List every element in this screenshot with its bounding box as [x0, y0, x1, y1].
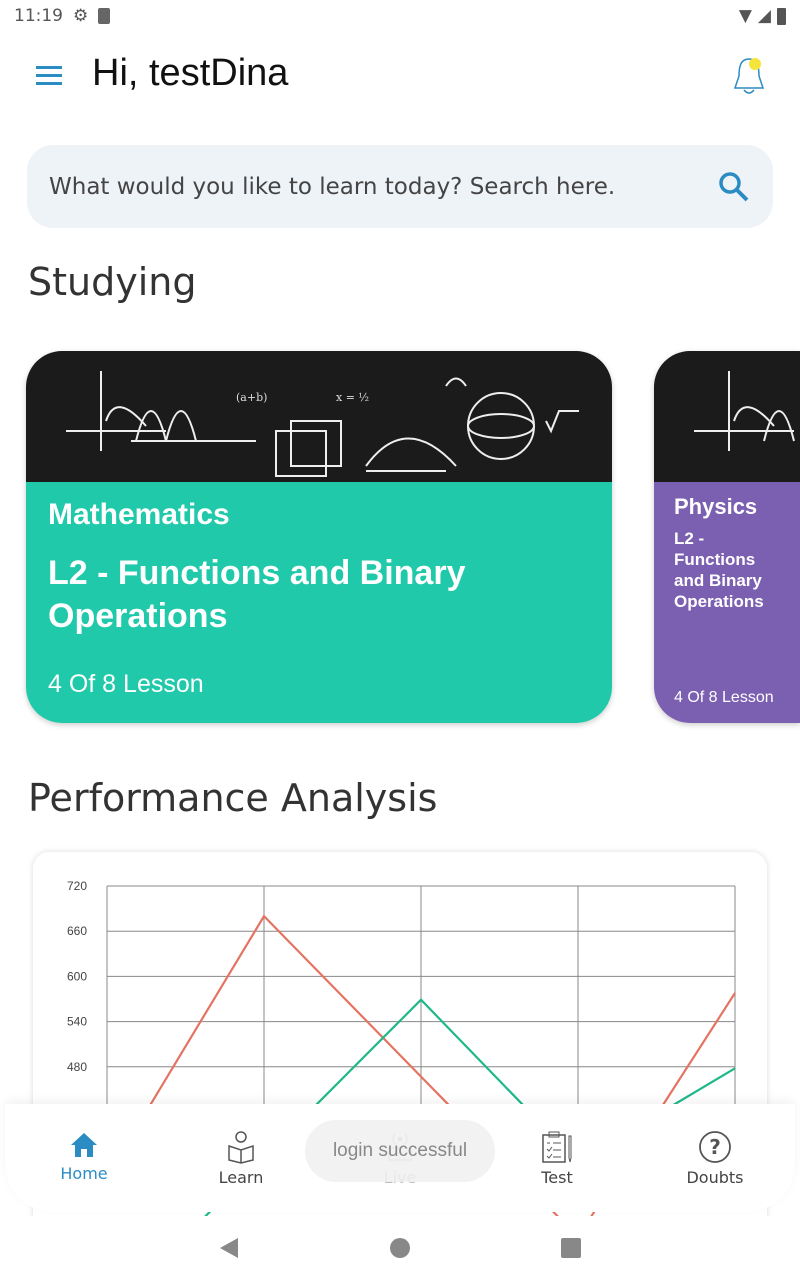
- nav-label: Learn: [218, 1168, 264, 1187]
- svg-text:(a+b): (a+b): [236, 391, 267, 404]
- search-icon[interactable]: [717, 170, 751, 204]
- nav-learn[interactable]: Learn: [181, 1130, 301, 1187]
- sd-card-icon: [98, 8, 111, 24]
- chalkboard-image: (a+b) x = ½: [26, 351, 612, 482]
- clock: 11:19: [14, 6, 63, 26]
- y-tick-label: 600: [67, 969, 87, 983]
- bottom-nav: Home Learn Live Test ? Doubts login succ…: [5, 1104, 795, 1212]
- home-icon: [71, 1133, 97, 1157]
- y-tick-label: 720: [67, 879, 87, 893]
- course-card-mathematics[interactable]: (a+b) x = ½ Mathematics L2 - Functions an…: [26, 351, 612, 723]
- notification-bell-icon[interactable]: [728, 54, 770, 100]
- greeting: Hi, testDina: [92, 52, 289, 94]
- y-tick-label: 480: [67, 1060, 87, 1074]
- search-placeholder: What would you like to learn today? Sear…: [49, 173, 616, 200]
- test-clipboard-icon: [542, 1131, 572, 1163]
- home-button[interactable]: [390, 1238, 410, 1258]
- battery-icon: [777, 7, 786, 25]
- menu-icon[interactable]: [36, 66, 62, 90]
- y-tick-label: 540: [67, 1015, 87, 1029]
- chalkboard-image: [654, 351, 800, 482]
- y-tick-label: 660: [67, 924, 87, 938]
- nav-home[interactable]: Home: [24, 1130, 144, 1183]
- svg-text:x = ½: x = ½: [336, 391, 369, 404]
- nav-doubts[interactable]: ? Doubts: [655, 1130, 775, 1187]
- nav-label: Home: [60, 1164, 108, 1183]
- question-circle-icon: ?: [699, 1131, 731, 1163]
- course-title: L2 - Functions and Binary Operations: [674, 529, 764, 611]
- nav-label: Test: [541, 1168, 573, 1187]
- nav-label: Doubts: [686, 1168, 744, 1187]
- performance-heading: Performance Analysis: [28, 776, 438, 820]
- course-progress: 4 Of 8 Lesson: [48, 670, 204, 698]
- course-progress: 4 Of 8 Lesson: [674, 689, 774, 706]
- status-bar: 11:19 ⚙ ▼ ◢: [0, 0, 800, 32]
- search-input[interactable]: What would you like to learn today? Sear…: [27, 145, 773, 228]
- svg-text:?: ?: [709, 1135, 721, 1159]
- back-button[interactable]: [220, 1238, 238, 1258]
- course-title: L2 - Functions and Binary Operations: [48, 554, 466, 635]
- nav-test[interactable]: Test: [497, 1130, 617, 1187]
- course-subject: Mathematics: [48, 498, 230, 531]
- course-card-physics[interactable]: Physics L2 - Functions and Binary Operat…: [654, 351, 800, 723]
- system-nav-bar: [0, 1216, 800, 1280]
- learn-reader-icon: [228, 1131, 254, 1164]
- recents-button[interactable]: [561, 1238, 581, 1258]
- app-header: Hi, testDina: [0, 50, 800, 102]
- wifi-icon: ▼: [738, 6, 752, 26]
- studying-heading: Studying: [28, 260, 197, 304]
- course-subject: Physics: [674, 494, 758, 519]
- signal-icon: ◢: [757, 6, 771, 26]
- settings-icon: ⚙: [73, 6, 89, 26]
- toast-message: login successful: [305, 1120, 495, 1182]
